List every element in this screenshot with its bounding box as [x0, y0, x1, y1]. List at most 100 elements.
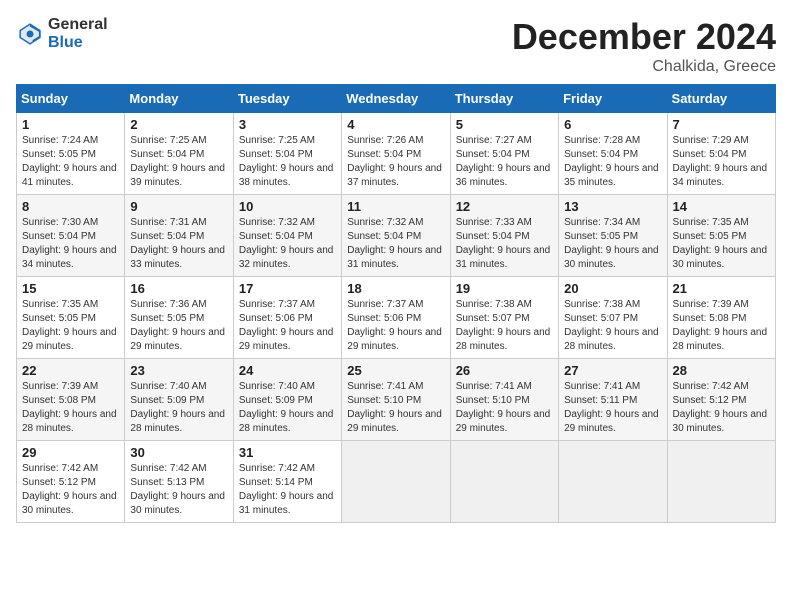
- table-row: 17 Sunrise: 7:37 AMSunset: 5:06 PMDaylig…: [233, 277, 341, 359]
- day-number: 2: [130, 117, 227, 132]
- location-subtitle: Chalkida, Greece: [512, 58, 776, 76]
- day-number: 27: [564, 363, 661, 378]
- day-info: Sunrise: 7:40 AMSunset: 5:09 PMDaylight:…: [239, 381, 334, 434]
- table-row: 18 Sunrise: 7:37 AMSunset: 5:06 PMDaylig…: [342, 277, 450, 359]
- col-tuesday: Tuesday: [233, 85, 341, 113]
- table-row: 28 Sunrise: 7:42 AMSunset: 5:12 PMDaylig…: [667, 359, 775, 441]
- table-row: 9 Sunrise: 7:31 AMSunset: 5:04 PMDayligh…: [125, 195, 233, 277]
- table-row: 19 Sunrise: 7:38 AMSunset: 5:07 PMDaylig…: [450, 277, 558, 359]
- table-row: 15 Sunrise: 7:35 AMSunset: 5:05 PMDaylig…: [17, 277, 125, 359]
- day-info: Sunrise: 7:25 AMSunset: 5:04 PMDaylight:…: [239, 135, 334, 188]
- day-info: Sunrise: 7:42 AMSunset: 5:12 PMDaylight:…: [22, 463, 117, 516]
- day-number: 20: [564, 281, 661, 296]
- day-info: Sunrise: 7:26 AMSunset: 5:04 PMDaylight:…: [347, 135, 442, 188]
- calendar-week-row: 29 Sunrise: 7:42 AMSunset: 5:12 PMDaylig…: [17, 441, 776, 523]
- col-friday: Friday: [559, 85, 667, 113]
- table-row: 24 Sunrise: 7:40 AMSunset: 5:09 PMDaylig…: [233, 359, 341, 441]
- day-info: Sunrise: 7:35 AMSunset: 5:05 PMDaylight:…: [22, 299, 117, 352]
- day-info: Sunrise: 7:42 AMSunset: 5:14 PMDaylight:…: [239, 463, 334, 516]
- day-info: Sunrise: 7:38 AMSunset: 5:07 PMDaylight:…: [456, 299, 551, 352]
- day-info: Sunrise: 7:32 AMSunset: 5:04 PMDaylight:…: [347, 217, 442, 270]
- table-row: 16 Sunrise: 7:36 AMSunset: 5:05 PMDaylig…: [125, 277, 233, 359]
- day-info: Sunrise: 7:42 AMSunset: 5:13 PMDaylight:…: [130, 463, 225, 516]
- table-row: 10 Sunrise: 7:32 AMSunset: 5:04 PMDaylig…: [233, 195, 341, 277]
- day-info: Sunrise: 7:33 AMSunset: 5:04 PMDaylight:…: [456, 217, 551, 270]
- col-monday: Monday: [125, 85, 233, 113]
- day-number: 19: [456, 281, 553, 296]
- day-number: 14: [673, 199, 770, 214]
- day-info: Sunrise: 7:31 AMSunset: 5:04 PMDaylight:…: [130, 217, 225, 270]
- table-row: [559, 441, 667, 523]
- day-number: 11: [347, 199, 444, 214]
- table-row: [667, 441, 775, 523]
- day-info: Sunrise: 7:29 AMSunset: 5:04 PMDaylight:…: [673, 135, 768, 188]
- logo-icon: [16, 20, 44, 48]
- day-info: Sunrise: 7:39 AMSunset: 5:08 PMDaylight:…: [673, 299, 768, 352]
- day-number: 25: [347, 363, 444, 378]
- day-number: 9: [130, 199, 227, 214]
- table-row: 21 Sunrise: 7:39 AMSunset: 5:08 PMDaylig…: [667, 277, 775, 359]
- day-number: 12: [456, 199, 553, 214]
- day-info: Sunrise: 7:28 AMSunset: 5:04 PMDaylight:…: [564, 135, 659, 188]
- table-row: 2 Sunrise: 7:25 AMSunset: 5:04 PMDayligh…: [125, 113, 233, 195]
- table-row: 7 Sunrise: 7:29 AMSunset: 5:04 PMDayligh…: [667, 113, 775, 195]
- table-row: 5 Sunrise: 7:27 AMSunset: 5:04 PMDayligh…: [450, 113, 558, 195]
- day-info: Sunrise: 7:24 AMSunset: 5:05 PMDaylight:…: [22, 135, 117, 188]
- calendar-table: Sunday Monday Tuesday Wednesday Thursday…: [16, 84, 776, 523]
- day-info: Sunrise: 7:32 AMSunset: 5:04 PMDaylight:…: [239, 217, 334, 270]
- table-row: [342, 441, 450, 523]
- col-wednesday: Wednesday: [342, 85, 450, 113]
- day-number: 3: [239, 117, 336, 132]
- month-title: December 2024: [512, 16, 776, 58]
- day-number: 17: [239, 281, 336, 296]
- calendar-week-row: 8 Sunrise: 7:30 AMSunset: 5:04 PMDayligh…: [17, 195, 776, 277]
- day-number: 13: [564, 199, 661, 214]
- day-info: Sunrise: 7:25 AMSunset: 5:04 PMDaylight:…: [130, 135, 225, 188]
- day-number: 29: [22, 445, 119, 460]
- day-number: 4: [347, 117, 444, 132]
- day-info: Sunrise: 7:34 AMSunset: 5:05 PMDaylight:…: [564, 217, 659, 270]
- calendar-header-row: Sunday Monday Tuesday Wednesday Thursday…: [17, 85, 776, 113]
- day-number: 22: [22, 363, 119, 378]
- day-number: 28: [673, 363, 770, 378]
- table-row: 12 Sunrise: 7:33 AMSunset: 5:04 PMDaylig…: [450, 195, 558, 277]
- day-info: Sunrise: 7:37 AMSunset: 5:06 PMDaylight:…: [239, 299, 334, 352]
- day-info: Sunrise: 7:30 AMSunset: 5:04 PMDaylight:…: [22, 217, 117, 270]
- day-info: Sunrise: 7:41 AMSunset: 5:10 PMDaylight:…: [456, 381, 551, 434]
- logo: General Blue: [16, 16, 108, 51]
- day-info: Sunrise: 7:39 AMSunset: 5:08 PMDaylight:…: [22, 381, 117, 434]
- page-header: General Blue December 2024 Chalkida, Gre…: [16, 16, 776, 76]
- table-row: 3 Sunrise: 7:25 AMSunset: 5:04 PMDayligh…: [233, 113, 341, 195]
- day-info: Sunrise: 7:41 AMSunset: 5:10 PMDaylight:…: [347, 381, 442, 434]
- day-info: Sunrise: 7:38 AMSunset: 5:07 PMDaylight:…: [564, 299, 659, 352]
- day-number: 8: [22, 199, 119, 214]
- table-row: 14 Sunrise: 7:35 AMSunset: 5:05 PMDaylig…: [667, 195, 775, 277]
- col-sunday: Sunday: [17, 85, 125, 113]
- table-row: 4 Sunrise: 7:26 AMSunset: 5:04 PMDayligh…: [342, 113, 450, 195]
- table-row: 30 Sunrise: 7:42 AMSunset: 5:13 PMDaylig…: [125, 441, 233, 523]
- logo-blue: Blue: [48, 34, 108, 52]
- day-info: Sunrise: 7:41 AMSunset: 5:11 PMDaylight:…: [564, 381, 659, 434]
- table-row: 1 Sunrise: 7:24 AMSunset: 5:05 PMDayligh…: [17, 113, 125, 195]
- day-info: Sunrise: 7:42 AMSunset: 5:12 PMDaylight:…: [673, 381, 768, 434]
- table-row: 29 Sunrise: 7:42 AMSunset: 5:12 PMDaylig…: [17, 441, 125, 523]
- logo-text: General Blue: [48, 16, 108, 51]
- day-number: 24: [239, 363, 336, 378]
- day-number: 26: [456, 363, 553, 378]
- table-row: 25 Sunrise: 7:41 AMSunset: 5:10 PMDaylig…: [342, 359, 450, 441]
- table-row: 8 Sunrise: 7:30 AMSunset: 5:04 PMDayligh…: [17, 195, 125, 277]
- day-number: 30: [130, 445, 227, 460]
- col-thursday: Thursday: [450, 85, 558, 113]
- day-number: 10: [239, 199, 336, 214]
- day-info: Sunrise: 7:35 AMSunset: 5:05 PMDaylight:…: [673, 217, 768, 270]
- logo-general: General: [48, 16, 108, 34]
- calendar-week-row: 22 Sunrise: 7:39 AMSunset: 5:08 PMDaylig…: [17, 359, 776, 441]
- table-row: 20 Sunrise: 7:38 AMSunset: 5:07 PMDaylig…: [559, 277, 667, 359]
- day-info: Sunrise: 7:27 AMSunset: 5:04 PMDaylight:…: [456, 135, 551, 188]
- table-row: 22 Sunrise: 7:39 AMSunset: 5:08 PMDaylig…: [17, 359, 125, 441]
- title-block: December 2024 Chalkida, Greece: [512, 16, 776, 76]
- day-info: Sunrise: 7:40 AMSunset: 5:09 PMDaylight:…: [130, 381, 225, 434]
- day-number: 23: [130, 363, 227, 378]
- day-number: 16: [130, 281, 227, 296]
- day-number: 6: [564, 117, 661, 132]
